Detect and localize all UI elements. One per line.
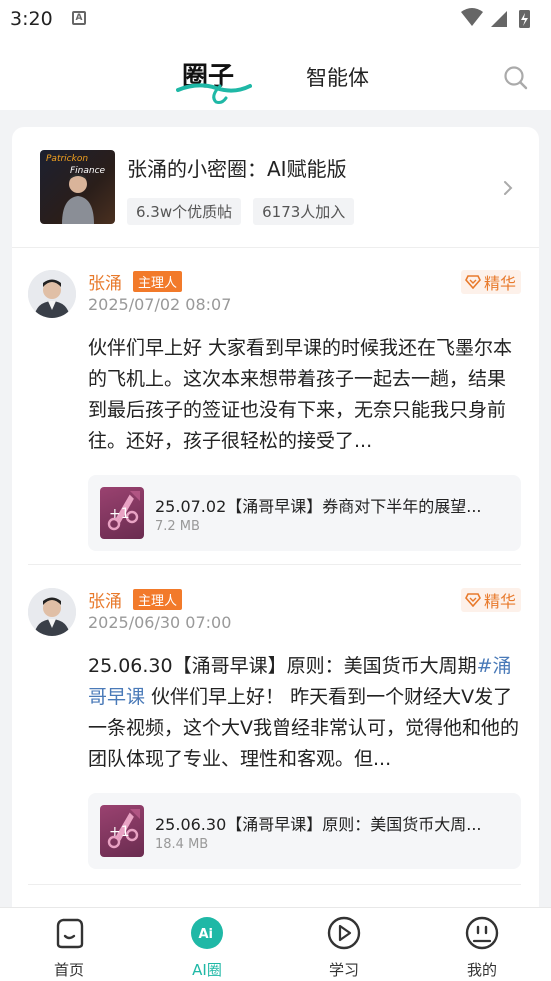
- attachment-count: +1: [109, 824, 130, 840]
- post-time: 2025/06/30 07:00: [88, 613, 232, 632]
- post-item[interactable]: 张涌 主理人 2025/06/30 07:00 精华 25.06.30【涌哥早课…: [28, 583, 521, 885]
- post-text[interactable]: 伙伴们早上好 大家看到早课的时候我还在飞墨尔本的飞机上。这次本来想带着孩子一起去…: [88, 333, 521, 457]
- post-text-start: 25.06.30【涌哥早课】原则：美国货币大周期: [88, 655, 477, 677]
- status-bar: 3:20 A: [0, 0, 551, 40]
- audio-attachment[interactable]: +1 25.06.30【涌哥早课】原则：美国货币大周... 18.4 MB: [88, 793, 521, 869]
- circle-stats: 6.3w个优质帖 6173人加入: [127, 198, 355, 225]
- nav-me[interactable]: 我的: [432, 908, 532, 981]
- featured-label: 精华: [483, 274, 516, 293]
- music-note-icon: +1: [107, 809, 140, 849]
- music-note-icon: +1: [107, 491, 140, 531]
- svg-text:Ai: Ai: [199, 927, 214, 942]
- featured-badge: 精华: [460, 588, 521, 612]
- diamond-icon: [465, 275, 481, 289]
- face-icon: [465, 916, 499, 950]
- nav-learn-label: 学习: [328, 961, 359, 979]
- notification-icon: A: [72, 11, 86, 25]
- post-text-rest: 伙伴们早上好！ 昨天看到一个财经大V发了一条视频，这个大V我曾经非常认可，觉得他…: [88, 686, 519, 770]
- circle-info-header[interactable]: Patrickon Finance 张涌的小密圈：AI赋能版 6.3w个优质帖 …: [12, 127, 539, 248]
- role-badge: 主理人: [133, 271, 183, 292]
- top-tab-bar: 圈子 智能体: [0, 40, 551, 110]
- nav-home-label: 首页: [53, 961, 84, 979]
- attachment-size: 7.2 MB: [155, 519, 200, 534]
- ai-icon: Ai: [191, 917, 223, 949]
- attachment-name: 25.06.30【涌哥早课】原则：美国货币大周...: [155, 815, 482, 834]
- stat-members: 6173人加入: [253, 198, 355, 225]
- nav-me-label: 我的: [466, 961, 497, 979]
- stat-posts: 6.3w个优质帖: [127, 198, 242, 225]
- avatar[interactable]: [28, 588, 76, 636]
- avatar-illustration: [28, 270, 76, 318]
- nav-ai-circle[interactable]: Ai AI圈: [157, 908, 257, 981]
- post-text-body: 伙伴们早上好 大家看到早课的时候我还在飞墨尔本的飞机上。这次本来想带着孩子一起去…: [88, 337, 513, 452]
- active-tab-underline: [176, 83, 252, 104]
- nav-home[interactable]: 首页: [19, 908, 119, 981]
- author-name[interactable]: 张涌: [88, 269, 122, 294]
- role-badge: 主理人: [133, 589, 183, 610]
- nav-learn[interactable]: 学习: [294, 908, 394, 981]
- tab-circle[interactable]: 圈子: [176, 54, 252, 106]
- nav-ai-label: AI圈: [192, 961, 222, 979]
- attachment-name: 25.07.02【涌哥早课】券商对下半年的展望...: [155, 497, 482, 516]
- diamond-icon: [465, 593, 481, 607]
- tab-agent[interactable]: 智能体: [306, 62, 369, 92]
- attachment-size: 18.4 MB: [155, 837, 209, 852]
- cover-person-illustration: [62, 173, 94, 224]
- status-time: 3:20: [10, 8, 53, 30]
- audio-attachment[interactable]: +1 25.07.02【涌哥早课】券商对下半年的展望... 7.2 MB: [88, 475, 521, 551]
- chevron-right-icon[interactable]: [501, 179, 515, 197]
- system-status-icons: [461, 8, 530, 28]
- post-text[interactable]: 25.06.30【涌哥早课】原则：美国货币大周期#涌哥早课 伙伴们早上好！ 昨天…: [88, 651, 521, 775]
- avatar-illustration: [28, 588, 76, 636]
- feed-scroll-area[interactable]: Patrickon Finance 张涌的小密圈：AI赋能版 6.3w个优质帖 …: [0, 110, 551, 907]
- circle-cover-image: Patrickon Finance: [40, 150, 115, 224]
- attachment-count: +1: [109, 506, 130, 522]
- play-icon: [327, 916, 361, 950]
- post-item[interactable]: 张涌 主理人 2025/07/02 08:07 精华 伙伴们早上好 大家看到早课…: [28, 265, 521, 565]
- music-file-icon: +1: [100, 805, 144, 857]
- featured-label: 精华: [483, 592, 516, 611]
- author-name[interactable]: 张涌: [88, 587, 122, 612]
- feed-card: Patrickon Finance 张涌的小密圈：AI赋能版 6.3w个优质帖 …: [12, 127, 539, 907]
- home-icon: [56, 918, 84, 949]
- circle-title: 张涌的小密圈：AI赋能版: [127, 157, 347, 181]
- featured-badge: 精华: [460, 270, 521, 294]
- music-file-icon: +1: [100, 487, 144, 539]
- avatar[interactable]: [28, 270, 76, 318]
- bottom-nav: 首页 Ai AI圈 学习 我的: [0, 907, 551, 981]
- post-time: 2025/07/02 08:07: [88, 295, 232, 314]
- cover-text-line-1: Patrickon: [46, 154, 89, 164]
- search-icon[interactable]: [503, 65, 529, 91]
